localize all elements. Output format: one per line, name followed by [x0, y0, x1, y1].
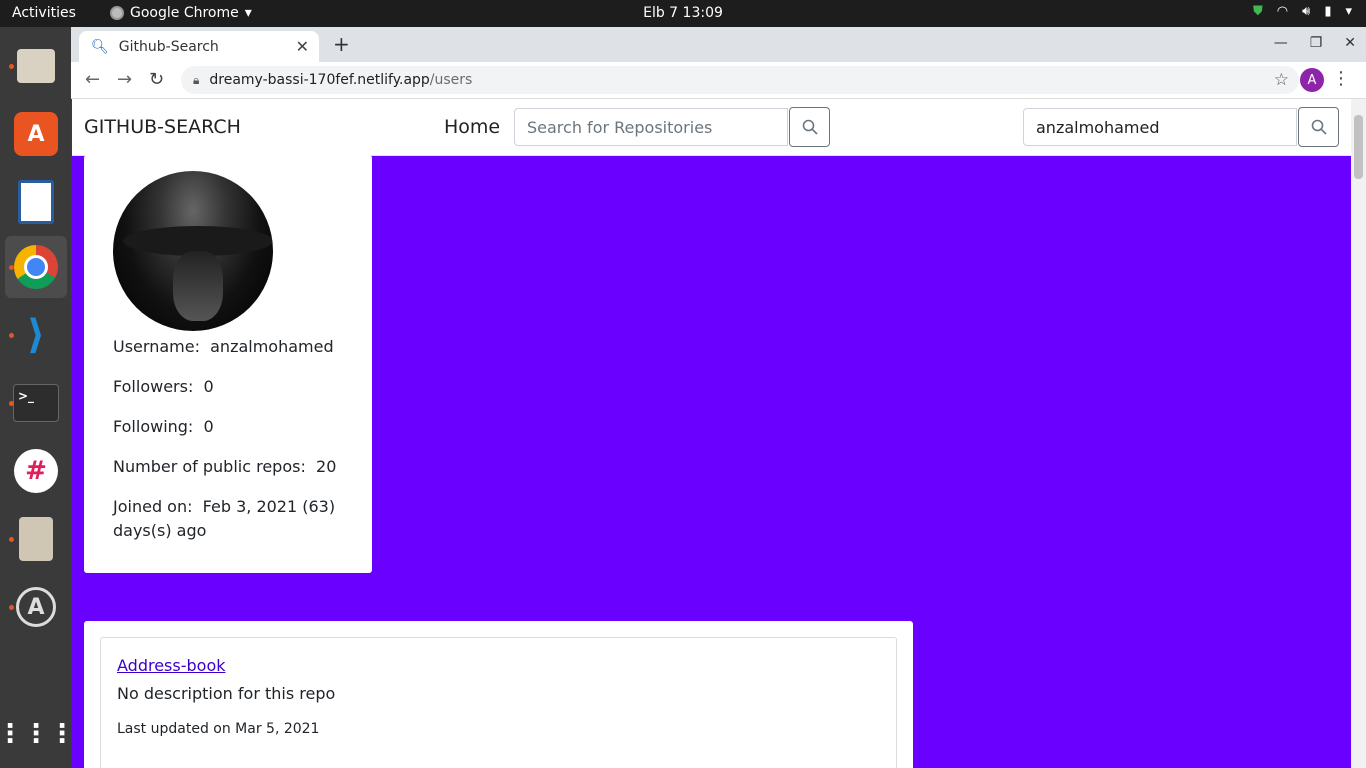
browser-toolbar: ← → ↻ 🔒︎ dreamy-bassi-170fef.netlify.app…: [71, 62, 1366, 99]
avatar-face-shape: [173, 251, 223, 321]
vscode-icon: ⟩: [26, 312, 46, 358]
dock-app-store[interactable]: A: [5, 576, 67, 638]
public-repos-label: Number of public repos:: [113, 457, 306, 476]
repo-search-button[interactable]: [789, 107, 830, 147]
nav-home-link[interactable]: Home: [444, 116, 500, 138]
close-window-icon[interactable]: ✕: [1344, 35, 1356, 51]
system-tray[interactable]: ⛊ ◠ 🔊︎ ▮ ▾: [1253, 4, 1352, 19]
tab-strip: 🔍︎ Github-Search ✕ + — ❐ ✕: [71, 27, 1366, 62]
maximize-icon[interactable]: ❐: [1310, 35, 1323, 51]
chrome-icon: [14, 245, 58, 289]
dock-vscode[interactable]: ⟩: [5, 304, 67, 366]
wifi-icon[interactable]: ◠: [1277, 4, 1288, 19]
caret-down-icon: ▾: [244, 5, 252, 21]
software-center-icon: A: [14, 112, 58, 156]
search-favicon-icon: 🔍︎: [91, 38, 109, 55]
app-store-icon: A: [16, 587, 56, 627]
archive-icon: [19, 517, 53, 561]
repo-card: Address-book No description for this rep…: [100, 637, 897, 768]
running-indicator: [9, 64, 14, 69]
web-page: GITHUB-SEARCH Home Search for Repositori…: [72, 99, 1351, 768]
user-search-button[interactable]: [1298, 107, 1339, 147]
battery-icon[interactable]: ▮: [1324, 4, 1331, 19]
followers-value: 0: [203, 377, 214, 396]
user-search-input[interactable]: [1023, 108, 1297, 146]
joined-value: Feb 3, 2021 (63): [202, 497, 336, 516]
user-profile-card: Username: anzalmohamed Followers: 0 Foll…: [84, 155, 372, 573]
brand-title[interactable]: GITHUB-SEARCH: [84, 116, 241, 138]
minimize-icon[interactable]: —: [1274, 35, 1288, 51]
user-search-form: [1023, 107, 1339, 147]
files-icon: [17, 49, 55, 83]
url-host: dreamy-bassi-170fef.netlify.app: [209, 72, 430, 88]
following-value: 0: [203, 417, 214, 436]
shield-icon[interactable]: ⛊: [1253, 4, 1263, 19]
following-row: Following: 0: [113, 415, 343, 439]
reload-icon[interactable]: ↻: [149, 69, 164, 90]
repo-list-panel: Address-book No description for this rep…: [84, 621, 913, 768]
back-arrow-icon[interactable]: ←: [85, 69, 100, 90]
repo-description: No description for this repo: [117, 684, 336, 703]
bookmark-star-icon[interactable]: ☆: [1274, 70, 1289, 90]
dock-slack[interactable]: #: [5, 440, 67, 502]
terminal-icon: >_: [13, 384, 59, 422]
app-menu-label: Google Chrome: [130, 5, 239, 21]
scrollbar-thumb[interactable]: [1354, 115, 1363, 179]
app-menu[interactable]: Google Chrome ▾: [110, 5, 252, 21]
dock-terminal[interactable]: >_: [5, 372, 67, 434]
dock-software-center[interactable]: A: [5, 103, 67, 165]
followers-row: Followers: 0: [113, 375, 343, 399]
url-path: /users: [429, 72, 473, 88]
show-apps-icon: ⋮⋮⋮: [0, 719, 75, 749]
running-indicator: [9, 401, 14, 406]
volume-icon[interactable]: 🔊︎: [1302, 4, 1310, 19]
dock-libreoffice-writer[interactable]: [5, 171, 67, 233]
followers-label: Followers:: [113, 377, 194, 396]
username-row: Username: anzalmohamed: [113, 335, 343, 359]
forward-arrow-icon[interactable]: →: [117, 69, 132, 90]
address-bar[interactable]: 🔒︎ dreamy-bassi-170fef.netlify.app/users…: [181, 66, 1299, 94]
username-label: Username:: [113, 337, 200, 356]
dock-archive-manager[interactable]: [5, 508, 67, 570]
running-indicator: [9, 333, 14, 338]
show-applications-button[interactable]: ⋮⋮⋮: [0, 703, 75, 765]
joined-suffix: days(s) ago: [113, 521, 207, 540]
chrome-mini-icon: [110, 6, 124, 20]
joined-label: Joined on:: [113, 497, 193, 516]
site-navbar: GITHUB-SEARCH Home: [72, 99, 1351, 156]
chevron-down-icon[interactable]: ▾: [1345, 4, 1352, 19]
public-repos-value: 20: [316, 457, 337, 476]
running-indicator: [9, 265, 14, 270]
more-menu-icon[interactable]: ⋮: [1332, 68, 1350, 89]
following-label: Following:: [113, 417, 194, 436]
running-indicator: [9, 537, 14, 542]
repo-last-updated: Last updated on Mar 5, 2021: [117, 721, 320, 737]
lock-icon[interactable]: 🔒︎: [193, 73, 199, 88]
tab-github-search[interactable]: 🔍︎ Github-Search ✕: [79, 31, 319, 62]
clock[interactable]: Elb 7 13:09: [643, 5, 723, 21]
system-top-bar: Activities Google Chrome ▾ Elb 7 13:09 ⛊…: [0, 0, 1366, 27]
repo-search-input[interactable]: [514, 108, 788, 146]
joined-row: Joined on: Feb 3, 2021 (63) days(s) ago: [113, 495, 343, 543]
avatar: [113, 171, 273, 331]
tab-title: Github-Search: [118, 38, 219, 55]
repo-search-form: [514, 107, 830, 147]
repo-name-link[interactable]: Address-book: [117, 656, 226, 675]
libreoffice-writer-icon: [18, 180, 54, 224]
search-icon: [802, 119, 818, 135]
activities-button[interactable]: Activities: [12, 5, 76, 21]
public-repos-row: Number of public repos: 20: [113, 455, 343, 479]
username-value: anzalmohamed: [210, 337, 334, 356]
search-icon: [1311, 119, 1327, 135]
close-tab-icon[interactable]: ✕: [296, 37, 309, 56]
window-controls: — ❐ ✕: [1274, 35, 1356, 51]
slack-icon: #: [14, 449, 58, 493]
dock-files[interactable]: [5, 35, 67, 97]
dock: A ⟩ >_ # A ⋮⋮⋮: [0, 27, 75, 768]
page-scrollbar[interactable]: [1351, 99, 1366, 768]
new-tab-button[interactable]: +: [333, 32, 350, 56]
profile-avatar[interactable]: A: [1300, 68, 1324, 92]
running-indicator: [9, 605, 14, 610]
dock-chrome[interactable]: [5, 236, 67, 298]
